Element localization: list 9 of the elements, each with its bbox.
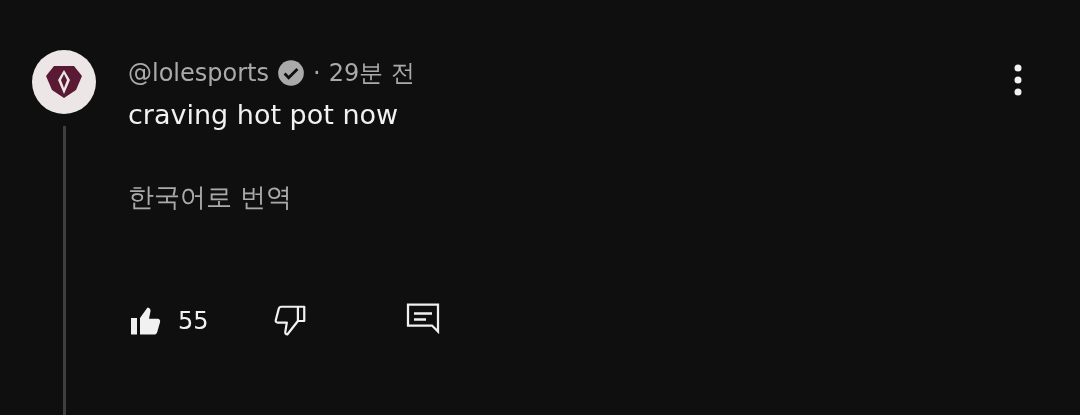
like-count: 55 bbox=[178, 307, 209, 335]
channel-avatar[interactable] bbox=[32, 50, 96, 114]
like-button[interactable]: 55 bbox=[128, 303, 209, 339]
more-options-icon[interactable] bbox=[1012, 62, 1024, 98]
comment-time: 29분 전 bbox=[328, 58, 415, 89]
channel-handle[interactable]: @lolesports bbox=[128, 59, 269, 87]
translate-link[interactable]: 한국어로 번역 bbox=[128, 180, 293, 215]
separator-dot: · bbox=[313, 59, 321, 87]
comment-text: craving hot pot now bbox=[128, 99, 400, 130]
